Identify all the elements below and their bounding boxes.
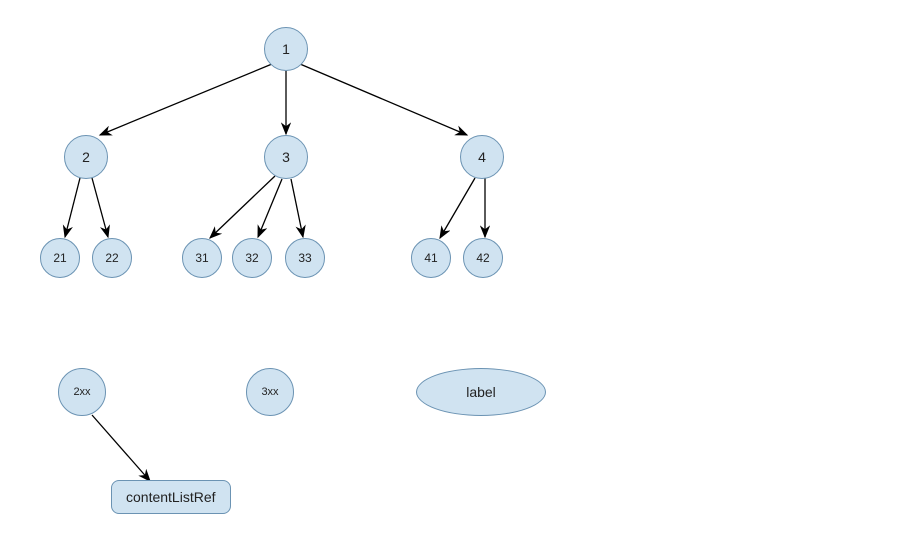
node-label: label [416,368,546,416]
node-label-text: label [466,384,496,400]
node-contentlistref-label: contentListRef [126,489,216,505]
node-41-label: 41 [424,251,437,265]
node-32: 32 [232,238,272,278]
node-33: 33 [285,238,325,278]
node-31: 31 [182,238,222,278]
node-contentlistref: contentListRef [111,480,231,514]
node-2: 2 [64,135,108,179]
node-32-label: 32 [245,251,258,265]
node-3-label: 3 [282,149,290,165]
node-22-label: 22 [105,251,118,265]
node-21: 21 [40,238,80,278]
node-2xx: 2xx [58,368,106,416]
node-4-label: 4 [478,149,486,165]
node-31-label: 31 [195,251,208,265]
diagram-edges [0,0,898,560]
node-3: 3 [264,135,308,179]
node-22: 22 [92,238,132,278]
node-21-label: 21 [53,251,66,265]
node-2xx-label: 2xx [73,386,90,398]
node-4: 4 [460,135,504,179]
node-2-label: 2 [82,149,90,165]
node-42-label: 42 [476,251,489,265]
node-41: 41 [411,238,451,278]
node-3xx-label: 3xx [261,386,278,398]
node-33-label: 33 [298,251,311,265]
node-3xx: 3xx [246,368,294,416]
node-1-label: 1 [282,41,290,57]
node-1: 1 [264,27,308,71]
node-42: 42 [463,238,503,278]
